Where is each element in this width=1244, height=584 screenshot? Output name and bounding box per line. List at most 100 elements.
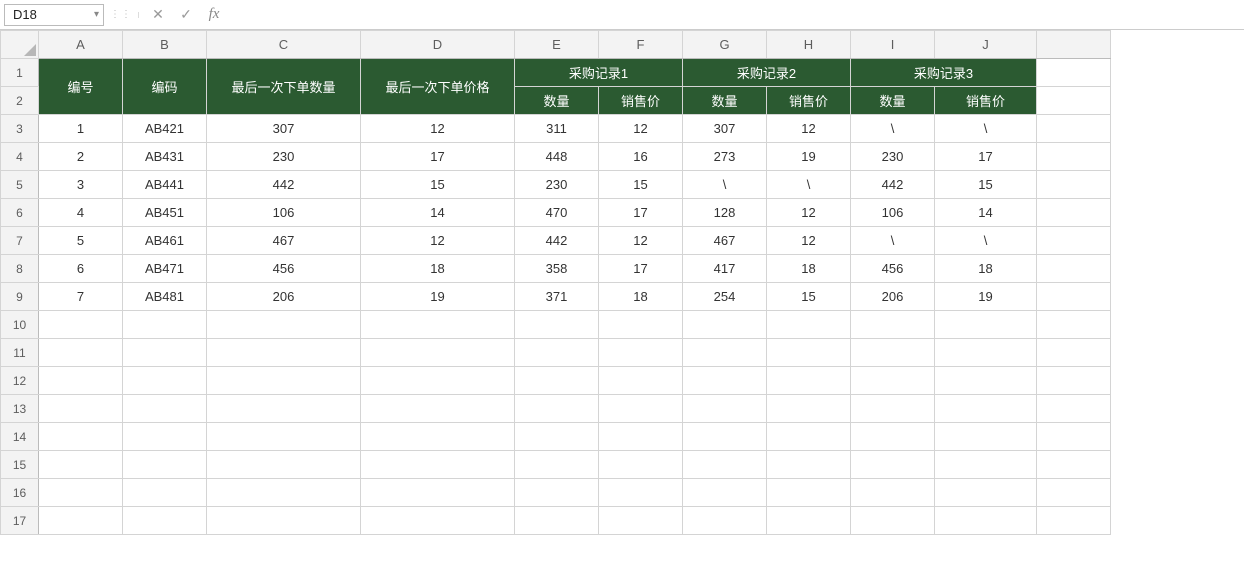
cell-r1q[interactable]: 311: [515, 115, 599, 143]
header-r1-price[interactable]: 销售价: [599, 87, 683, 115]
cell-r3q[interactable]: 230: [851, 143, 935, 171]
empty-cell[interactable]: [599, 395, 683, 423]
header-r3-qty[interactable]: 数量: [851, 87, 935, 115]
cell-r3p[interactable]: 19: [935, 283, 1037, 311]
header-lastprice[interactable]: 最后一次下单价格: [361, 59, 515, 115]
empty-cell[interactable]: [599, 479, 683, 507]
cell-r3p[interactable]: \: [935, 227, 1037, 255]
empty-cell[interactable]: [39, 507, 123, 535]
cell-serial[interactable]: 2: [39, 143, 123, 171]
cell-r2p[interactable]: 12: [767, 199, 851, 227]
empty-cell[interactable]: [515, 339, 599, 367]
cell-r1q[interactable]: 358: [515, 255, 599, 283]
empty-cell[interactable]: [599, 423, 683, 451]
empty-cell[interactable]: [767, 479, 851, 507]
empty-cell[interactable]: [39, 423, 123, 451]
empty-cell[interactable]: [683, 339, 767, 367]
empty-cell[interactable]: [123, 451, 207, 479]
cell-code[interactable]: AB461: [123, 227, 207, 255]
cell-serial[interactable]: 1: [39, 115, 123, 143]
empty-cell[interactable]: [935, 367, 1037, 395]
empty-cell[interactable]: [1037, 143, 1111, 171]
empty-cell[interactable]: [515, 367, 599, 395]
cell-r2q[interactable]: 254: [683, 283, 767, 311]
col-header-H[interactable]: H: [767, 31, 851, 59]
header-serial[interactable]: 编号: [39, 59, 123, 115]
empty-cell[interactable]: [515, 423, 599, 451]
empty-cell[interactable]: [361, 507, 515, 535]
empty-cell[interactable]: [935, 479, 1037, 507]
cell-lastprice[interactable]: 12: [361, 115, 515, 143]
col-header-I[interactable]: I: [851, 31, 935, 59]
empty-cell[interactable]: [1037, 255, 1111, 283]
cell-lastqty[interactable]: 442: [207, 171, 361, 199]
empty-cell[interactable]: [1037, 507, 1111, 535]
cell-r3p[interactable]: 18: [935, 255, 1037, 283]
empty-cell[interactable]: [851, 395, 935, 423]
row-header[interactable]: 4: [1, 143, 39, 171]
cell-lastprice[interactable]: 14: [361, 199, 515, 227]
cell-serial[interactable]: 4: [39, 199, 123, 227]
empty-cell[interactable]: [207, 339, 361, 367]
cell-r3q[interactable]: 456: [851, 255, 935, 283]
empty-cell[interactable]: [207, 311, 361, 339]
cell-r2p[interactable]: 19: [767, 143, 851, 171]
empty-cell[interactable]: [207, 479, 361, 507]
cell-r3p[interactable]: 14: [935, 199, 1037, 227]
empty-cell[interactable]: [767, 367, 851, 395]
empty-cell[interactable]: [1037, 423, 1111, 451]
row-header[interactable]: 11: [1, 339, 39, 367]
cell-r1q[interactable]: 470: [515, 199, 599, 227]
empty-cell[interactable]: [1037, 367, 1111, 395]
fx-icon[interactable]: fx: [201, 4, 227, 26]
formula-input[interactable]: [233, 4, 1240, 26]
cell-lastprice[interactable]: 19: [361, 283, 515, 311]
empty-cell[interactable]: [123, 507, 207, 535]
empty-cell[interactable]: [39, 395, 123, 423]
empty-cell[interactable]: [935, 311, 1037, 339]
cell-r3q[interactable]: 206: [851, 283, 935, 311]
empty-cell[interactable]: [515, 395, 599, 423]
cell-lastqty[interactable]: 307: [207, 115, 361, 143]
cell-r3q[interactable]: \: [851, 115, 935, 143]
spreadsheet-area[interactable]: A B C D E F G H I J 1 编号 编码 最后一次下单数量 最后一…: [0, 30, 1244, 584]
col-header-pad[interactable]: [1037, 31, 1111, 59]
cell-r2p[interactable]: 12: [767, 115, 851, 143]
empty-cell[interactable]: [683, 395, 767, 423]
cell-r1q[interactable]: 448: [515, 143, 599, 171]
empty-cell[interactable]: [207, 395, 361, 423]
empty-cell[interactable]: [851, 423, 935, 451]
empty-cell[interactable]: [515, 451, 599, 479]
empty-cell[interactable]: [599, 311, 683, 339]
row-header[interactable]: 3: [1, 115, 39, 143]
empty-cell[interactable]: [599, 507, 683, 535]
cell-r1p[interactable]: 12: [599, 227, 683, 255]
empty-cell[interactable]: [39, 367, 123, 395]
empty-cell[interactable]: [207, 507, 361, 535]
cell-r1p[interactable]: 18: [599, 283, 683, 311]
cell-r1p[interactable]: 16: [599, 143, 683, 171]
empty-cell[interactable]: [123, 423, 207, 451]
empty-cell[interactable]: [935, 395, 1037, 423]
cell-r3p[interactable]: \: [935, 115, 1037, 143]
cell-serial[interactable]: 6: [39, 255, 123, 283]
row-header[interactable]: 13: [1, 395, 39, 423]
header-r2-price[interactable]: 销售价: [767, 87, 851, 115]
empty-cell[interactable]: [767, 423, 851, 451]
empty-cell[interactable]: [361, 339, 515, 367]
col-header-G[interactable]: G: [683, 31, 767, 59]
empty-cell[interactable]: [1037, 479, 1111, 507]
cell-lastprice[interactable]: 12: [361, 227, 515, 255]
cell-r2p[interactable]: \: [767, 171, 851, 199]
cell-r2p[interactable]: 12: [767, 227, 851, 255]
header-r2-qty[interactable]: 数量: [683, 87, 767, 115]
empty-cell[interactable]: [851, 479, 935, 507]
cell-code[interactable]: AB471: [123, 255, 207, 283]
empty-cell[interactable]: [361, 479, 515, 507]
confirm-button[interactable]: ✓: [173, 4, 199, 26]
row-header[interactable]: 5: [1, 171, 39, 199]
cell-r3q[interactable]: 442: [851, 171, 935, 199]
empty-cell[interactable]: [767, 311, 851, 339]
empty-cell[interactable]: [851, 367, 935, 395]
empty-cell[interactable]: [1037, 283, 1111, 311]
